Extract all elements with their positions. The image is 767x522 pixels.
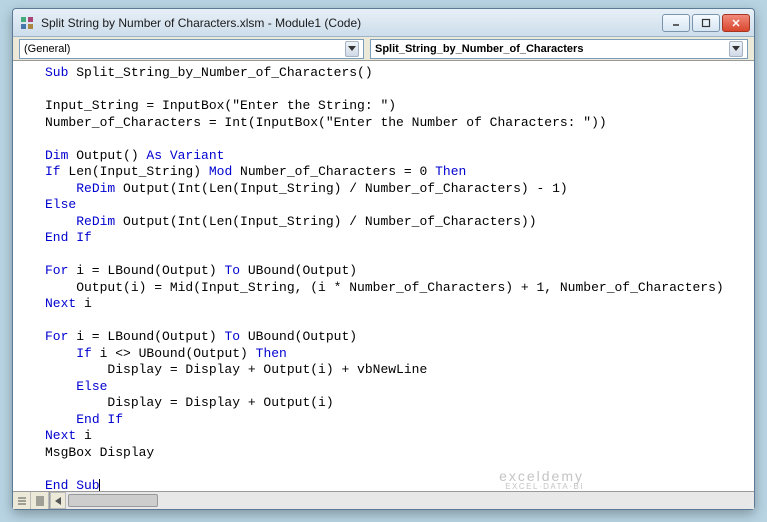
procedure-dropdown[interactable]: Split_String_by_Number_of_Characters <box>370 39 748 59</box>
declarations-bar: (General) Split_String_by_Number_of_Char… <box>13 37 754 61</box>
minimize-button[interactable] <box>662 14 690 32</box>
code-window: Split String by Number of Characters.xls… <box>12 8 755 510</box>
editor-footer <box>13 491 754 509</box>
scroll-left-icon[interactable] <box>50 492 66 509</box>
app-icon <box>19 15 35 31</box>
window-controls <box>662 14 750 32</box>
view-mode-buttons <box>13 492 50 509</box>
chevron-down-icon <box>345 41 359 57</box>
scope-dropdown[interactable]: (General) <box>19 39 364 59</box>
code-content[interactable]: Sub Split_String_by_Number_of_Characters… <box>13 61 754 491</box>
chevron-down-icon <box>729 41 743 57</box>
horizontal-scrollbar[interactable] <box>50 492 754 509</box>
scroll-thumb[interactable] <box>68 494 158 507</box>
procedure-value: Split_String_by_Number_of_Characters <box>375 43 583 55</box>
full-module-view-button[interactable] <box>31 492 49 509</box>
maximize-button[interactable] <box>692 14 720 32</box>
code-editor[interactable]: Sub Split_String_by_Number_of_Characters… <box>13 61 754 509</box>
procedure-view-button[interactable] <box>13 492 31 509</box>
window-title: Split String by Number of Characters.xls… <box>41 16 662 30</box>
close-button[interactable] <box>722 14 750 32</box>
titlebar[interactable]: Split String by Number of Characters.xls… <box>13 9 754 37</box>
scope-value: (General) <box>24 43 70 55</box>
